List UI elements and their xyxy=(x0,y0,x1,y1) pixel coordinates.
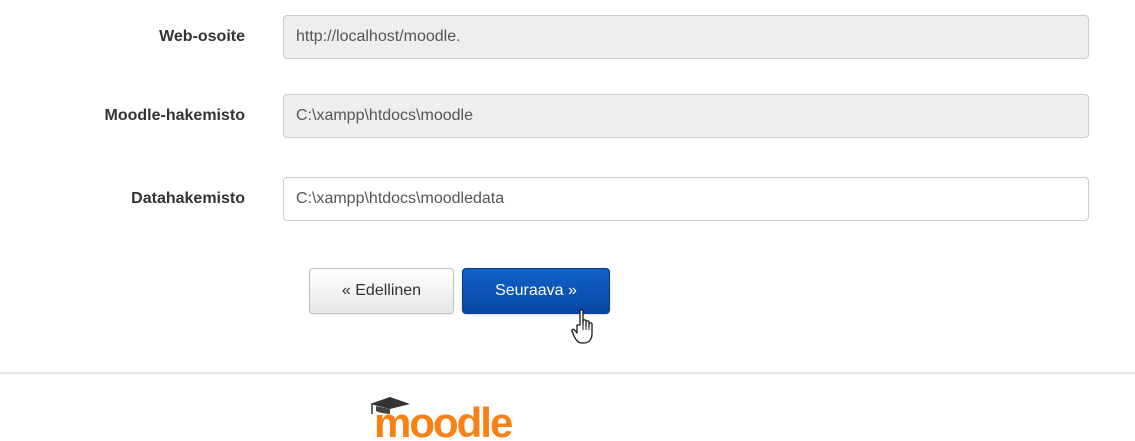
moodle-logo-text: moodle xyxy=(374,399,512,440)
form-row-moodle-directory: Moodle-hakemisto xyxy=(0,94,1135,138)
hand-pointer-cursor-icon xyxy=(571,309,593,344)
web-address-label: Web-osoite xyxy=(159,28,245,45)
form-row-web-address: Web-osoite xyxy=(0,15,1135,59)
moodle-directory-label: Moodle-hakemisto xyxy=(104,107,245,124)
installer-page: Web-osoite Moodle-hakemisto Datahakemist… xyxy=(0,0,1135,441)
moodle-logo: moodle xyxy=(370,397,514,440)
form-row-data-directory: Datahakemisto xyxy=(0,177,1135,221)
moodle-directory-input[interactable] xyxy=(283,94,1089,138)
data-directory-label: Datahakemisto xyxy=(131,190,245,207)
web-address-input[interactable] xyxy=(283,15,1089,59)
data-directory-input[interactable] xyxy=(283,177,1089,221)
previous-button[interactable]: « Edellinen xyxy=(309,268,454,314)
footer-divider xyxy=(0,372,1135,374)
